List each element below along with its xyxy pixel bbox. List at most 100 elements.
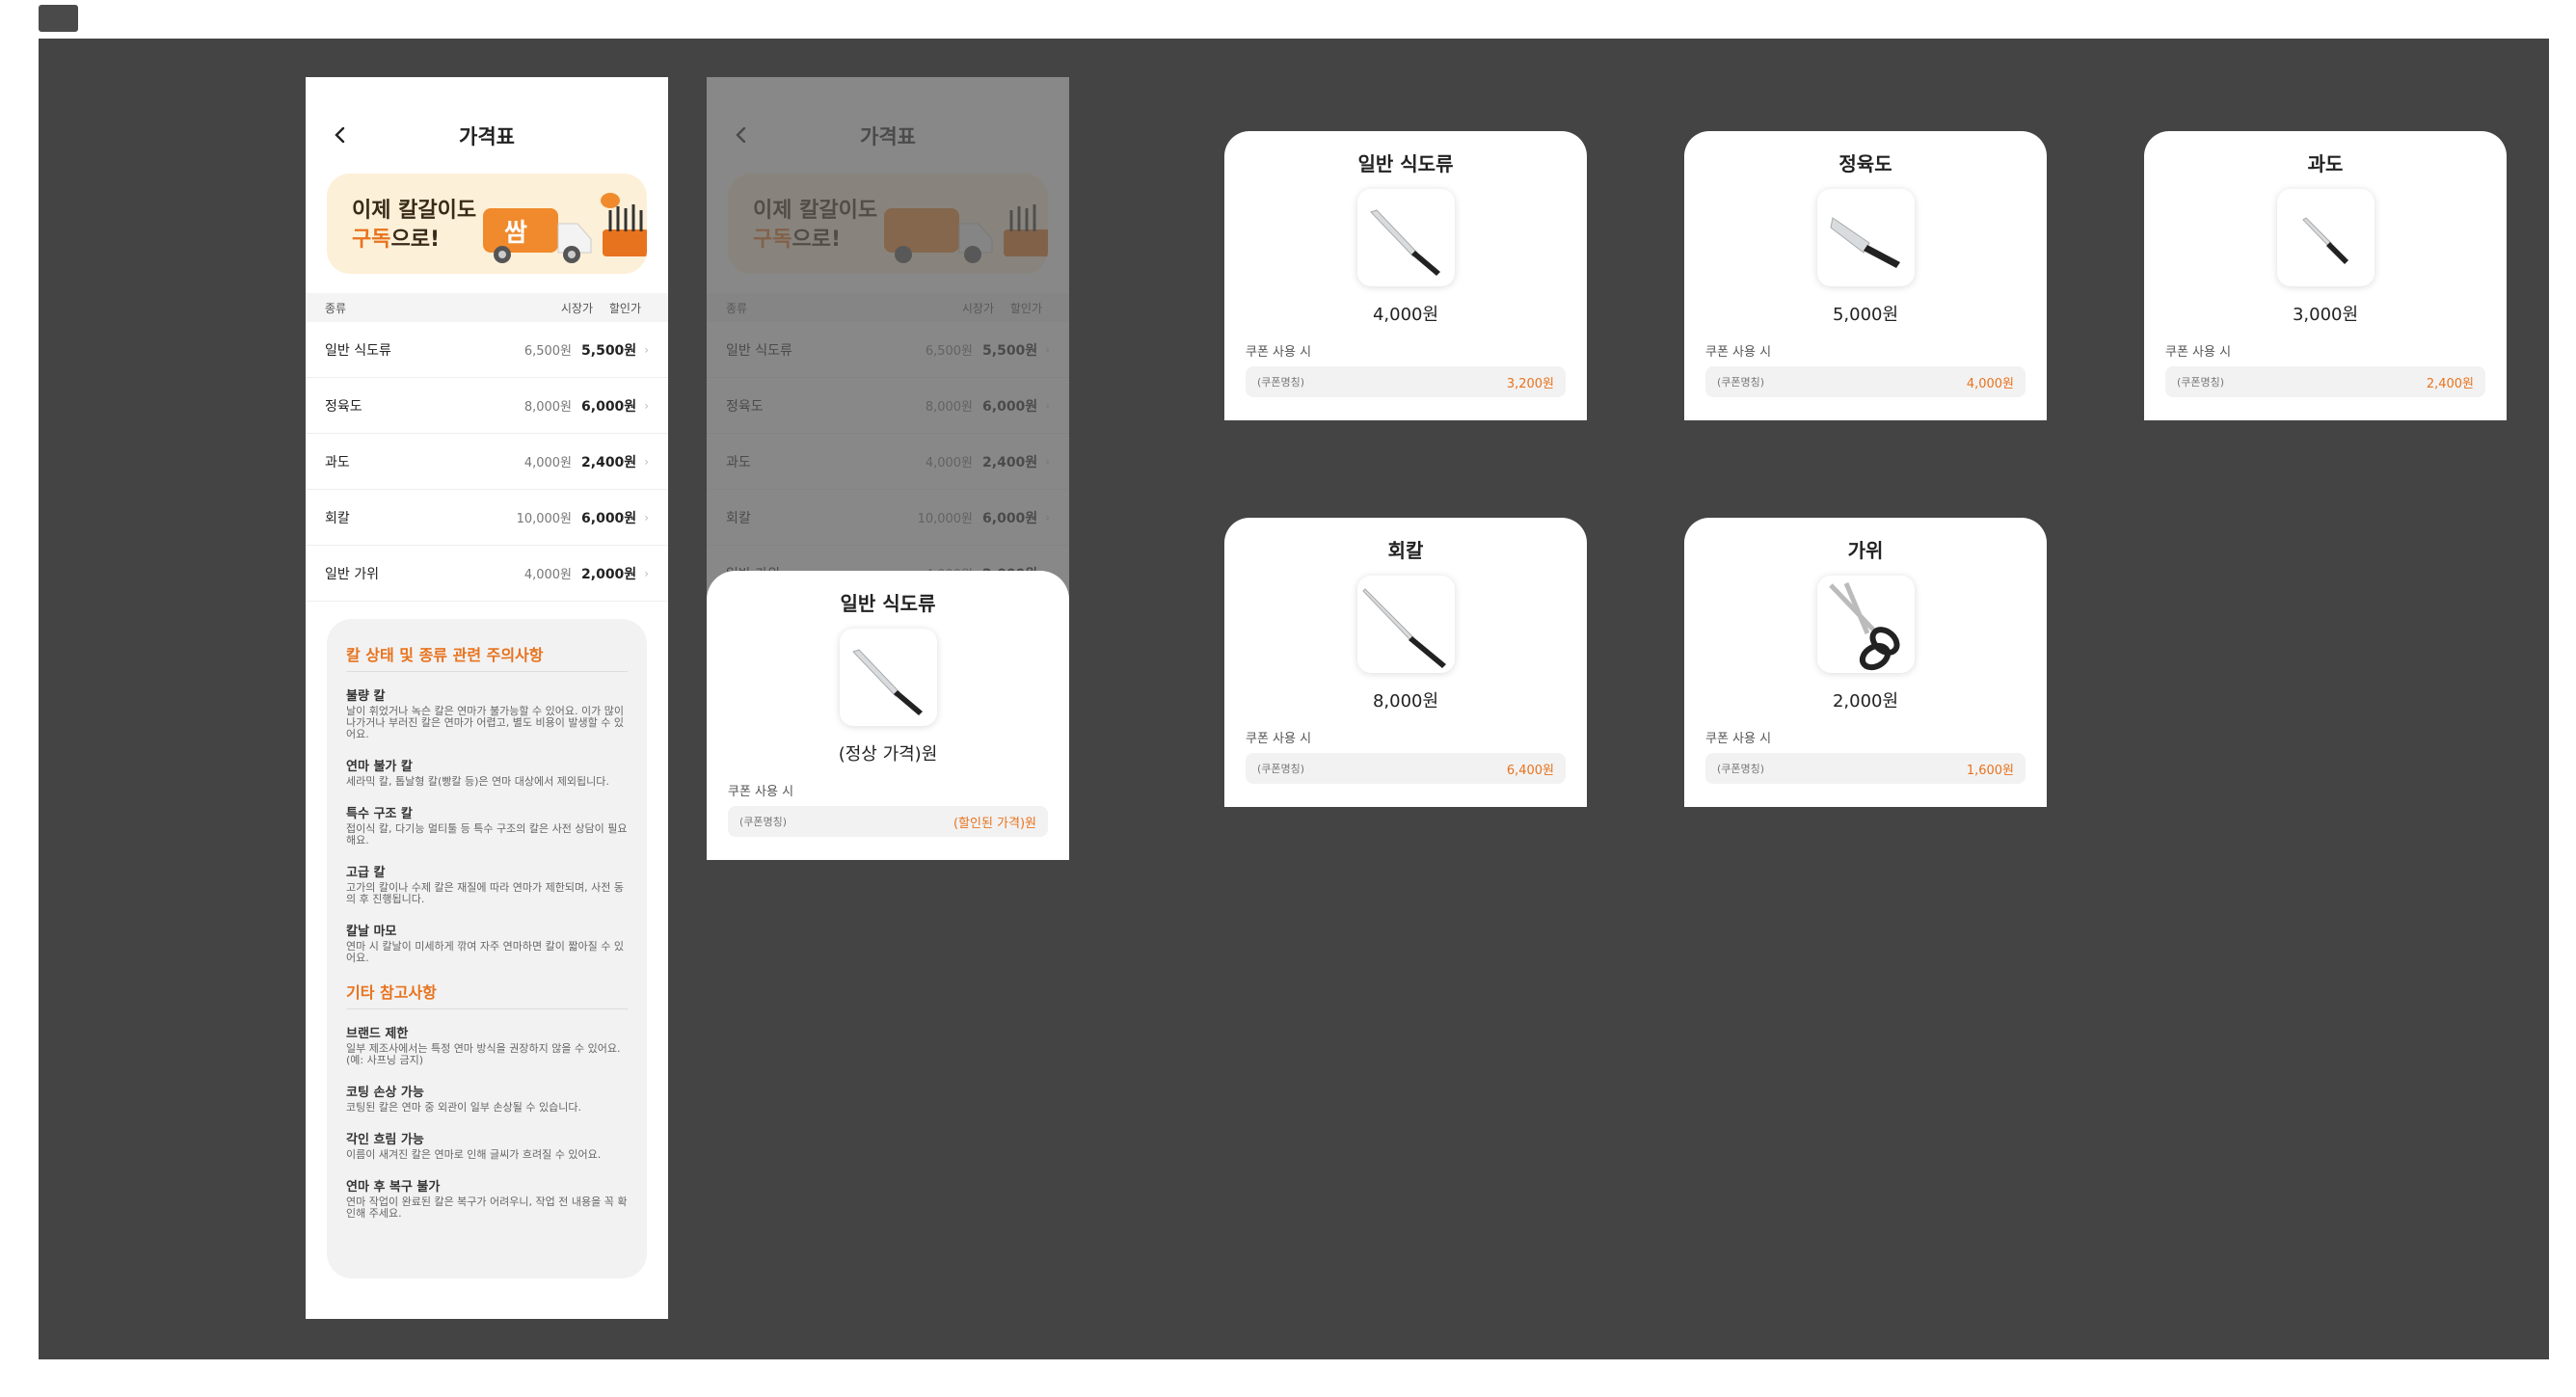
row-discount-price: 6,000원 bbox=[581, 398, 637, 415]
notes-section-title: 기타 참고사항 bbox=[346, 980, 628, 1009]
coupon-name: (쿠폰명칭) bbox=[1257, 376, 1305, 389]
sashimi-knife-icon bbox=[1357, 576, 1455, 673]
note-body: 연마 시 칼날이 미세하게 깎여 자주 연마하면 칼이 짧아질 수 있어요. bbox=[346, 940, 624, 964]
card-title: 가위 bbox=[1847, 539, 1884, 562]
card-price: 5,000원 bbox=[1832, 305, 1899, 325]
coupon-price: 4,000원 bbox=[1966, 376, 2014, 391]
coupon-price: (할인된 가격)원 bbox=[953, 816, 1036, 831]
row-name: 일반 가위 bbox=[325, 566, 379, 582]
note-item: 연마 후 복구 불가 연마 작업이 완료된 칼은 복구가 어려우니, 작업 전 내… bbox=[346, 1176, 628, 1220]
coupon-label: 쿠폰 사용 시 bbox=[1246, 732, 1312, 746]
note-title: 불량 칼 bbox=[346, 689, 386, 704]
note-body: 이름이 새겨진 칼은 연마로 인해 글씨가 흐려질 수 있어요. bbox=[346, 1148, 602, 1161]
coupon-row[interactable]: (쿠폰명칭) 3,200원 bbox=[1246, 366, 1566, 397]
note-body: 연마 작업이 완료된 칼은 복구가 어려우니, 작업 전 내용을 꼭 확인해 주… bbox=[346, 1196, 628, 1220]
banner-text: 이제 칼갈이도 구독으로! bbox=[352, 199, 477, 252]
price-table-screen: 가격표 이제 칼갈이도 구독으로! 쌈 종류 시장가 할인가 일반 식도류 6,… bbox=[306, 77, 668, 1319]
chef-knife-icon bbox=[840, 629, 937, 726]
note-body: 코팅된 칼은 연마 중 외관이 일부 손상될 수 있습니다. bbox=[346, 1101, 581, 1114]
row-discount-price: 2,400원 bbox=[581, 454, 637, 470]
price-card: 일반 식도류 4,000원 쿠폰 사용 시 (쿠폰명칭) 3,200원 bbox=[1224, 131, 1587, 420]
banner-badge: 쌈 bbox=[504, 219, 527, 248]
row-market-price: 4,000원 bbox=[523, 456, 573, 470]
coupon-row[interactable]: (쿠폰명칭) 6,400원 bbox=[1246, 753, 1566, 784]
butcher-knife-icon bbox=[1817, 189, 1915, 286]
delivery-truck-illustration: 쌈 bbox=[483, 193, 647, 263]
row-market-price: 10,000원 bbox=[516, 512, 573, 526]
frame-label-tag bbox=[39, 5, 78, 32]
coupon-price: 2,400원 bbox=[2426, 376, 2474, 391]
note-item: 코팅 손상 가능 코팅된 칼은 연마 중 외관이 일부 손상될 수 있습니다. bbox=[346, 1082, 628, 1114]
price-card: 과도 3,000원 쿠폰 사용 시 (쿠폰명칭) 2,400원 bbox=[2144, 131, 2507, 420]
price-bottom-sheet: 일반 식도류 (정상 가격)원 쿠폰 사용 시 (쿠폰명칭) (할인된 가격)원 bbox=[707, 571, 1069, 860]
row-market-price: 4,000원 bbox=[523, 568, 573, 582]
note-title: 연마 불가 칼 bbox=[346, 760, 413, 774]
row-name: 회칼 bbox=[325, 510, 350, 526]
coupon-name: (쿠폰명칭) bbox=[1717, 376, 1765, 389]
row-market-price: 6,500원 bbox=[523, 344, 573, 359]
note-body: 일부 제조사에서는 특정 연마 방식을 권장하지 않을 수 있어요. (예: 사… bbox=[346, 1042, 621, 1066]
note-title: 브랜드 제한 bbox=[346, 1027, 409, 1041]
coupon-row[interactable]: (쿠폰명칭) 4,000원 bbox=[1705, 366, 2026, 397]
coupon-row[interactable]: (쿠폰명칭) 1,600원 bbox=[1705, 753, 2026, 784]
coupon-price: 1,600원 bbox=[1966, 763, 2014, 778]
note-item: 불량 칼 날이 휘었거나 녹슨 칼은 연마가 불가능할 수 있어요. 이가 많이 … bbox=[346, 685, 628, 740]
chevron-right-icon: › bbox=[644, 566, 649, 580]
coupon-label: 쿠폰 사용 시 bbox=[728, 785, 794, 799]
table-row[interactable]: 정육도 8,000원 6,000원 › bbox=[306, 378, 668, 434]
design-canvas: 가격표 이제 칼갈이도 구독으로! 쌈 종류 시장가 할인가 일반 식도류 6,… bbox=[39, 39, 2549, 1359]
coupon-label: 쿠폰 사용 시 bbox=[1705, 732, 1772, 746]
note-body: 고가의 칼이나 수제 칼은 재질에 따라 연마가 제한되며, 사전 동의 후 진… bbox=[346, 881, 624, 905]
note-title: 칼날 마모 bbox=[346, 925, 397, 939]
card-price: 8,000원 bbox=[1372, 691, 1439, 712]
note-item: 연마 불가 칼 세라믹 칼, 톱날형 칼(빵칼 등)은 연마 대상에서 제외됩니다… bbox=[346, 756, 628, 788]
coupon-name: (쿠폰명칭) bbox=[739, 816, 788, 828]
note-title: 코팅 손상 가능 bbox=[346, 1086, 424, 1100]
chevron-right-icon: › bbox=[644, 510, 649, 524]
price-table-rows: 일반 식도류 6,500원 5,500원 › 정육도 8,000원 6,000원 › 과도 4,0… bbox=[306, 322, 668, 602]
coupon-row[interactable]: (쿠폰명칭) (할인된 가격)원 bbox=[728, 806, 1048, 837]
card-price: 4,000원 bbox=[1372, 305, 1439, 325]
price-sheet-screen: 가격표 이제 칼갈이도 구독으로! 종류 시장가 할인가 일반 식도류6,500… bbox=[707, 77, 1069, 860]
table-row[interactable]: 회칼 10,000원 6,000원 › bbox=[306, 490, 668, 546]
notes-section-title: 칼 상태 및 종류 관련 주의사항 bbox=[346, 642, 628, 672]
coupon-price: 3,200원 bbox=[1506, 376, 1554, 391]
coupon-label: 쿠폰 사용 시 bbox=[1705, 345, 1772, 360]
note-body: 접이식 칼, 다기능 멀티툴 등 특수 구조의 칼은 사전 상담이 필요해요. bbox=[346, 822, 628, 846]
price-card: 회칼 8,000원쿠폰 사용 시 (쿠폰명칭) 6,400원 bbox=[1224, 518, 1587, 807]
page-title: 가격표 bbox=[459, 125, 515, 148]
table-row[interactable]: 일반 식도류 6,500원 5,500원 › bbox=[306, 322, 668, 378]
chevron-right-icon: › bbox=[644, 398, 649, 413]
coupon-row[interactable]: (쿠폰명칭) 2,400원 bbox=[2165, 366, 2485, 397]
row-name: 일반 식도류 bbox=[325, 342, 391, 359]
note-body: 날이 휘었거나 녹슨 칼은 연마가 불가능할 수 있어요. 이가 많이 나가거나… bbox=[346, 705, 624, 740]
subscription-banner[interactable]: 이제 칼갈이도 구독으로! 쌈 bbox=[327, 174, 647, 274]
card-title: 정육도 bbox=[1838, 152, 1892, 175]
row-name: 과도 bbox=[325, 454, 350, 470]
card-title: 과도 bbox=[2307, 152, 2344, 175]
card-price: 2,000원 bbox=[1832, 691, 1899, 712]
sheet-price: (정상 가격)원 bbox=[838, 744, 938, 765]
note-title: 각인 흐림 가능 bbox=[346, 1133, 424, 1147]
chef-knife-icon bbox=[1357, 189, 1455, 286]
row-discount-price: 2,000원 bbox=[581, 566, 637, 582]
caution-notes-panel: 칼 상태 및 종류 관련 주의사항 불량 칼 날이 휘었거나 녹슨 칼은 연마가 … bbox=[327, 619, 647, 1278]
note-title: 특수 구조 칼 bbox=[346, 807, 413, 821]
scissors-icon bbox=[1817, 576, 1915, 673]
row-discount-price: 6,000원 bbox=[581, 510, 637, 526]
coupon-price: 6,400원 bbox=[1506, 763, 1554, 778]
coupon-name: (쿠폰명칭) bbox=[2177, 376, 2225, 389]
card-title: 회칼 bbox=[1387, 539, 1424, 562]
coupon-name: (쿠폰명칭) bbox=[1257, 763, 1305, 775]
note-item: 특수 구조 칼 접이식 칼, 다기능 멀티툴 등 특수 구조의 칼은 사전 상담이… bbox=[346, 803, 628, 846]
coupon-name: (쿠폰명칭) bbox=[1717, 763, 1765, 775]
price-card: 가위 2,000원쿠폰 사용 시 (쿠폰명칭) 1,600원 bbox=[1684, 518, 2047, 807]
row-discount-price: 5,500원 bbox=[581, 342, 637, 359]
note-title: 연마 후 복구 불가 bbox=[346, 1180, 441, 1195]
table-row[interactable]: 일반 가위 4,000원 2,000원 › bbox=[306, 546, 668, 602]
card-title: 일반 식도류 bbox=[1357, 152, 1454, 175]
row-market-price: 8,000원 bbox=[523, 400, 573, 415]
price-card: 정육도 5,000원쿠폰 사용 시 (쿠폰명칭) 4,000원 bbox=[1684, 131, 2047, 420]
coupon-label: 쿠폰 사용 시 bbox=[2165, 345, 2232, 360]
table-row[interactable]: 과도 4,000원 2,400원 › bbox=[306, 434, 668, 490]
